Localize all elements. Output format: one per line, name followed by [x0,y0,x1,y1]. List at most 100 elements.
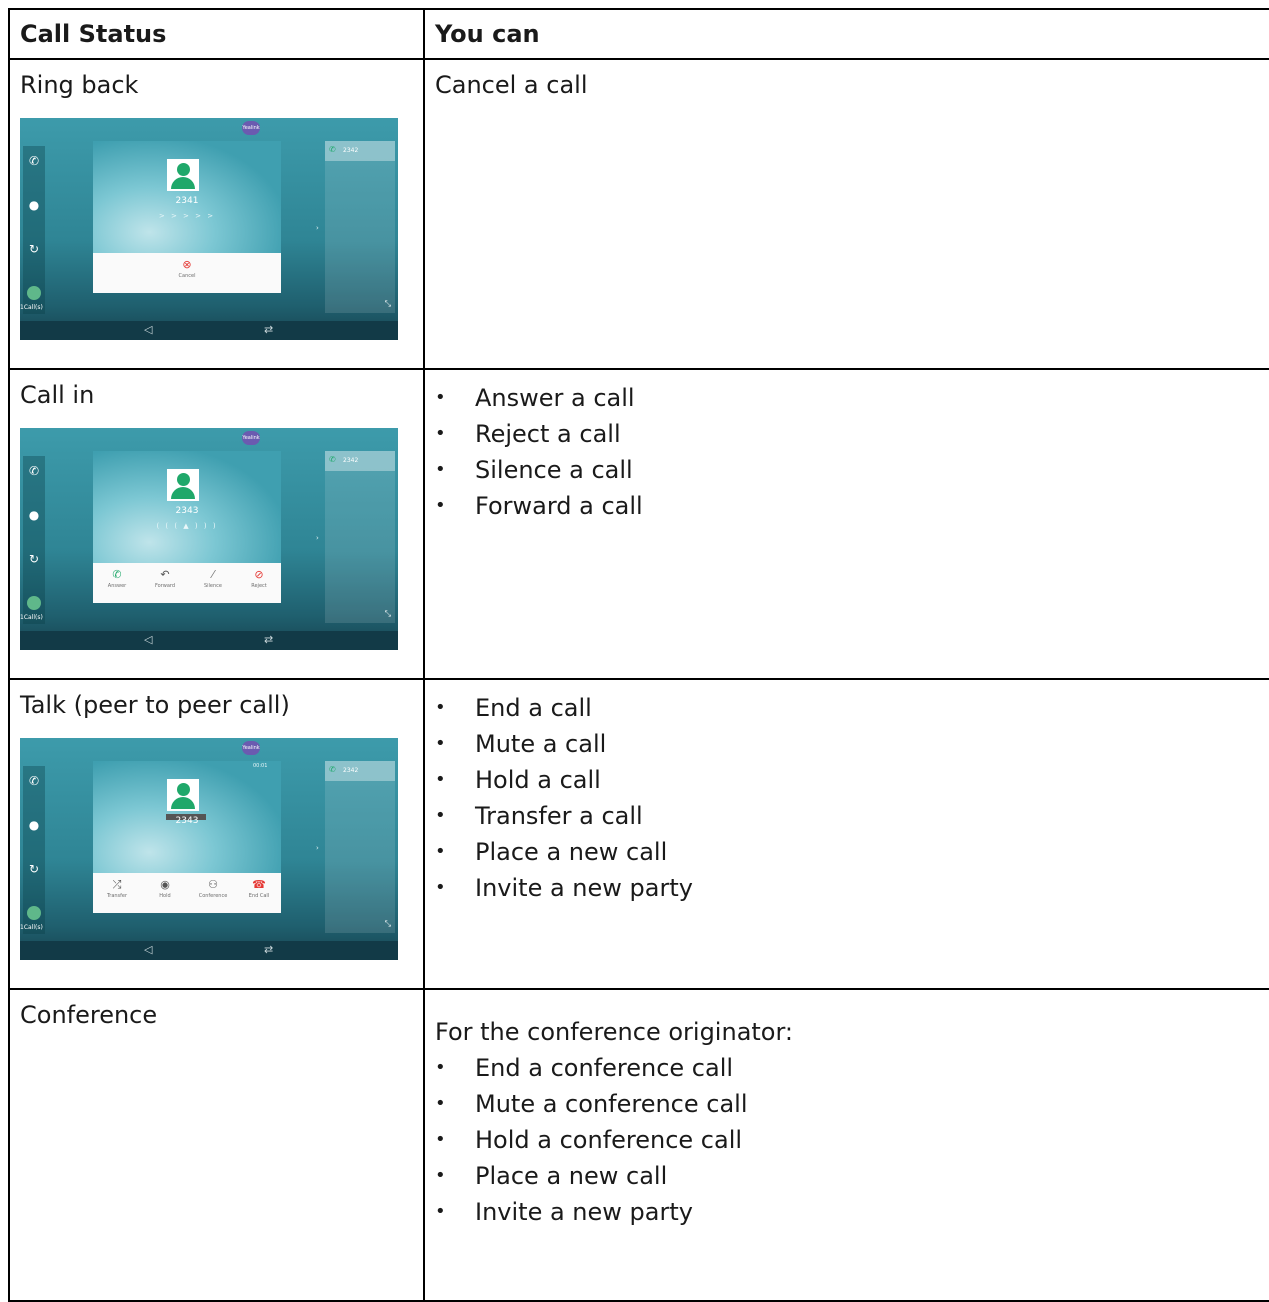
call-actions-bar: ⊗ Cancel [93,253,281,293]
contact-icon: ● [28,508,40,522]
expand-icon[interactable]: ⤡ [385,609,391,619]
account-badge: Yealink [242,431,260,445]
actions-list: Answer a call Reject a call Silence a ca… [435,380,1266,524]
status-cell: Conference [8,988,425,1302]
call-number: 2341 [175,196,199,206]
nav-bar: ◁ ⇄ [20,631,398,650]
transfer-button[interactable]: ⤮ Transfer [97,878,137,900]
header-call-status: Call Status [8,8,425,60]
transfer-icon: ⤮ [112,878,122,891]
line-keys: ✆ 2342 ⤡ [325,141,395,313]
actions-cell: Answer a call Reject a call Silence a ca… [423,368,1269,680]
avatar [167,779,199,811]
forward-button[interactable]: ↶ Forward [145,568,185,590]
nav-bar: ◁ ⇄ [20,321,398,340]
line-key[interactable]: ✆ 2342 [325,451,395,471]
expand-icon[interactable]: ⤡ [385,299,391,309]
actions-list: End a conference call Mute a conference … [435,1050,1266,1230]
calls-indicator-icon [27,286,41,300]
swap-icon[interactable]: ⇄ [264,943,273,956]
list-item: Forward a call [435,488,1266,524]
chevron-right-icon: › [316,224,319,232]
call-status-table: Call Status You can Ring back Yealink ✆ … [8,8,1269,1302]
status-name: Ring back [20,71,139,99]
list-item: Mute a call [435,726,1266,762]
list-item: Reject a call [435,416,1266,452]
ringback-indicator: > > > > > [158,212,216,220]
status-name: Call in [20,381,95,409]
call-history-icon: ↻ [28,552,40,566]
action-text: Cancel a call [435,71,588,99]
list-item: Hold a call [435,762,1266,798]
line-key[interactable]: ✆ 2342 [325,141,395,161]
phone-icon: ✆ [28,154,40,168]
call-actions-bar: ✆ Answer ↶ Forward ⁄ Silence ⊘ Reject [93,563,281,603]
cancel-button[interactable]: ⊗ Cancel [167,258,207,280]
answer-icon: ✆ [112,568,122,581]
calls-count: 1Call(s) [20,614,43,621]
silence-button[interactable]: ⁄ Silence [193,568,233,590]
phone-screenshot: Yealink ✆ ● ↻ 1Call(s) 2343 ( ( ( ▲ ) ) … [20,428,398,650]
back-icon[interactable]: ◁ [144,943,152,956]
line-phone-icon: ✆ [329,765,336,774]
call-timer: 00:01 [253,763,268,769]
end-call-button[interactable]: ☎ End Call [239,878,279,900]
line-keys: ✆ 2342 ⤡ [325,451,395,623]
line-phone-icon: ✆ [329,145,336,154]
conference-button[interactable]: ⚇ Conference [193,878,233,900]
avatar [167,469,199,501]
expand-icon[interactable]: ⤡ [385,919,391,929]
call-number: 2343 [175,816,199,826]
list-item: Hold a conference call [435,1122,1266,1158]
table-row: Ring back Yealink ✆ ● ↻ 1Call(s) 2341 > … [8,58,1269,370]
side-toolbar: ✆ ● ↻ [23,146,45,314]
end-call-icon: ☎ [252,878,266,891]
side-toolbar: ✆ ● ↻ [23,766,45,934]
swap-icon[interactable]: ⇄ [264,633,273,646]
cancel-icon: ⊗ [182,258,192,271]
chevron-right-icon: › [316,534,319,542]
back-icon[interactable]: ◁ [144,633,152,646]
conference-intro: For the conference originator: [435,1018,794,1046]
list-item: Invite a new party [435,1194,1266,1230]
list-item: Mute a conference call [435,1086,1266,1122]
call-panel: 2343 ( ( ( ▲ ) ) ) ✆ Answer ↶ Forward ⁄ … [93,451,281,603]
swap-icon[interactable]: ⇄ [264,323,273,336]
phone-icon: ✆ [28,464,40,478]
header-you-can: You can [423,8,1269,60]
call-number: 2343 [175,506,199,516]
table-row: Conference For the conference originator… [8,988,1269,1302]
ringing-indicator: ( ( ( ▲ ) ) ) [156,522,218,530]
status-cell: Ring back Yealink ✆ ● ↻ 1Call(s) 2341 > … [8,58,425,370]
table-row: Call in Yealink ✆ ● ↻ 1Call(s) 2343 ( ( … [8,368,1269,680]
call-history-icon: ↻ [28,862,40,876]
status-cell: Talk (peer to peer call) Yealink ✆ ● ↻ 1… [8,678,425,990]
list-item: End a call [435,690,1266,726]
reject-icon: ⊘ [254,568,264,581]
chevron-right-icon: › [316,844,319,852]
calls-indicator-icon [27,596,41,610]
line-keys: ✆ 2342 ⤡ [325,761,395,933]
conference-icon: ⚇ [208,878,218,891]
line-key[interactable]: ✆ 2342 [325,761,395,781]
phone-screenshot: Yealink ✆ ● ↻ 1Call(s) 2341 > > > > > ⊗ … [20,118,398,340]
actions-list: End a call Mute a call Hold a call Trans… [435,690,1266,906]
status-name: Conference [20,1001,158,1029]
hold-button[interactable]: ◉ Hold [145,878,185,900]
actions-cell: End a call Mute a call Hold a call Trans… [423,678,1269,990]
phone-screenshot: Yealink ✆ ● ↻ 1Call(s) 00:01 2343 ⤮ Tran… [20,738,398,960]
table-row: Talk (peer to peer call) Yealink ✆ ● ↻ 1… [8,678,1269,990]
list-item: Invite a new party [435,870,1266,906]
contact-icon: ● [28,198,40,212]
call-actions-bar: ⤮ Transfer ◉ Hold ⚇ Conference ☎ End Cal… [93,873,281,913]
list-item: Transfer a call [435,798,1266,834]
call-history-icon: ↻ [28,242,40,256]
status-name: Talk (peer to peer call) [20,691,290,719]
phone-icon: ✆ [28,774,40,788]
calls-indicator-icon [27,906,41,920]
silence-icon: ⁄ [212,568,214,581]
reject-button[interactable]: ⊘ Reject [239,568,279,590]
back-icon[interactable]: ◁ [144,323,152,336]
answer-button[interactable]: ✆ Answer [97,568,137,590]
contact-icon: ● [28,818,40,832]
